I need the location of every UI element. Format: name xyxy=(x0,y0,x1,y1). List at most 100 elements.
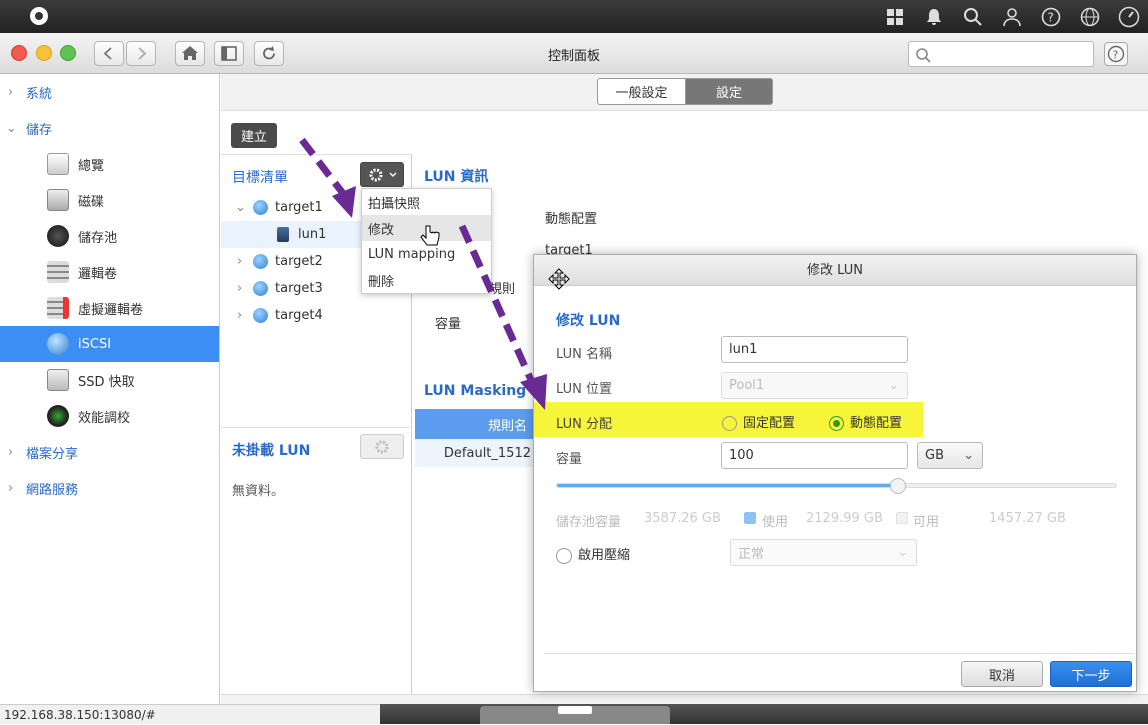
target-globe-icon xyxy=(253,200,268,215)
dashboard-gauge-icon[interactable] xyxy=(1118,6,1140,28)
user-icon[interactable] xyxy=(1001,6,1023,28)
sidebar-item-volumes[interactable]: 邏輯卷 xyxy=(0,254,219,290)
target-globe-icon xyxy=(253,281,268,296)
sidebar-item-label: 效能調校 xyxy=(78,410,131,426)
apps-grid-icon[interactable] xyxy=(884,6,906,28)
sidebar-item-label: iSCSI xyxy=(78,336,112,352)
capacity-slider-handle[interactable] xyxy=(889,478,906,494)
lun-location-value: Pool1 xyxy=(729,378,765,393)
masking-column-header[interactable]: 規則名 xyxy=(415,409,535,439)
sidebar-item-label: 系統 xyxy=(26,86,53,102)
cancel-button[interactable]: 取消 xyxy=(961,661,1043,687)
sidebar-group-storage[interactable]: ⌄ 儲存 xyxy=(0,110,219,146)
available-label: 可用 xyxy=(913,515,940,530)
masking-row[interactable]: Default_1512 xyxy=(415,439,535,467)
move-cursor-icon[interactable] xyxy=(548,268,570,290)
sidebar-item-performance[interactable]: 效能調校 xyxy=(0,398,219,434)
lun-info-allocation: 動態配置 xyxy=(545,212,598,227)
help-icon[interactable]: ? xyxy=(1040,6,1062,28)
chevron-down-icon: ⌄ xyxy=(6,120,17,136)
target-actions-button[interactable] xyxy=(360,162,404,187)
lun-location-select: Pool1 ⌄ xyxy=(721,372,908,399)
sidebar-item-iscsi[interactable]: iSCSI xyxy=(0,326,219,362)
target-list-title: 目標清單 xyxy=(232,170,288,186)
available-legend-swatch xyxy=(896,512,908,524)
capacity-unit-select[interactable]: GB ⌄ xyxy=(917,442,983,469)
sidebar-group-file-sharing[interactable]: › 檔案分享 xyxy=(0,434,219,470)
unmounted-actions-button[interactable] xyxy=(360,434,404,459)
menu-item-snapshot[interactable]: 拍攝快照 xyxy=(362,189,491,215)
tree-item-label: lun1 xyxy=(298,227,327,242)
modify-lun-dialog: 修改 LUN 修改 LUN LUN 名稱 lun1 LUN 位置 Pool1 ⌄ … xyxy=(533,254,1137,692)
target-globe-icon xyxy=(253,308,268,323)
tab-general-settings[interactable]: 一般設定 xyxy=(597,78,686,105)
lun-info-capacity-label: 容量 xyxy=(435,317,462,332)
no-data-text: 無資料。 xyxy=(232,484,285,499)
next-button[interactable]: 下一步 xyxy=(1050,661,1132,687)
virtual-volume-icon xyxy=(47,297,69,319)
lun-name-label: LUN 名稱 xyxy=(556,347,612,362)
used-value: 2129.99 GB xyxy=(806,511,883,526)
create-button[interactable]: 建立 xyxy=(231,123,277,148)
compression-value: 正常 xyxy=(738,547,765,562)
sidebar-item-virtual-volumes[interactable]: 虛擬邏輯卷 xyxy=(0,290,219,326)
svg-text:?: ? xyxy=(1048,11,1054,25)
volume-icon xyxy=(47,261,69,283)
sidebar-item-label: 總覽 xyxy=(78,158,105,174)
ssd-icon xyxy=(47,369,69,391)
sidebar-item-label: 網路服務 xyxy=(26,482,79,498)
chevron-down-icon: ⌄ xyxy=(897,545,908,560)
nas-logo-icon[interactable] xyxy=(30,7,48,25)
menu-item-modify[interactable]: 修改 xyxy=(362,215,491,241)
sidebar-item-overview[interactable]: 總覽 xyxy=(0,146,219,182)
capacity-input[interactable]: 100 xyxy=(721,442,908,469)
gear-icon xyxy=(375,440,389,453)
globe-icon[interactable] xyxy=(1079,6,1101,28)
iscsi-icon xyxy=(47,333,69,355)
unmounted-lun-title: 未掛載 LUN xyxy=(232,443,311,459)
sidebar-item-label: 磁碟 xyxy=(78,194,105,210)
dialog-title: 修改 LUN xyxy=(534,255,1136,286)
lun-location-label: LUN 位置 xyxy=(556,382,612,397)
lun-icon xyxy=(277,227,289,242)
enable-compression-checkbox[interactable]: 啟用壓縮 xyxy=(556,544,630,564)
sidebar-item-label: 檔案分享 xyxy=(26,446,79,462)
radio-circle xyxy=(722,416,737,431)
menu-item-delete[interactable]: 刪除 xyxy=(362,267,491,293)
notification-bell-icon[interactable] xyxy=(923,6,945,28)
tree-item-target4[interactable]: › target4 xyxy=(221,302,411,329)
pool-capacity-value: 3587.26 GB xyxy=(644,511,721,526)
chevron-right-icon: › xyxy=(8,84,14,100)
horizontal-scrollbar[interactable] xyxy=(221,694,1148,704)
disk-icon xyxy=(47,189,69,211)
sidebar-group-network-services[interactable]: › 網路服務 xyxy=(0,470,219,506)
tree-item-label: target1 xyxy=(275,200,323,215)
sidebar-item-ssd-cache[interactable]: SSD 快取 xyxy=(0,362,219,398)
help-button[interactable]: ? xyxy=(1104,42,1128,66)
radio-fixed-allocation[interactable]: 固定配置 xyxy=(722,412,795,431)
capacity-slider-fill xyxy=(557,484,898,487)
sidebar-item-disks[interactable]: 磁碟 xyxy=(0,182,219,218)
dock-indicator[interactable] xyxy=(558,706,592,714)
available-value: 1457.27 GB xyxy=(989,511,1066,526)
search-input[interactable] xyxy=(908,41,1094,67)
tab-settings[interactable]: 設定 xyxy=(685,78,773,105)
chevron-right-icon: › xyxy=(237,254,243,269)
lun-name-input[interactable]: lun1 xyxy=(721,336,908,363)
search-icon[interactable] xyxy=(962,6,984,28)
sidebar-item-label: 虛擬邏輯卷 xyxy=(78,302,144,318)
sidebar-item-storage-pool[interactable]: 儲存池 xyxy=(0,218,219,254)
sidebar-group-system[interactable]: › 系統 xyxy=(0,74,219,110)
radio-label: 動態配置 xyxy=(850,416,903,431)
capacity-slider[interactable] xyxy=(556,478,1117,494)
capacity-label: 容量 xyxy=(556,452,583,467)
chevron-down-icon: ⌄ xyxy=(235,200,246,215)
target-globe-icon xyxy=(253,254,268,269)
sidebar-item-label: SSD 快取 xyxy=(78,374,135,390)
sidebar-item-label: 邏輯卷 xyxy=(78,266,118,282)
chevron-right-icon: › xyxy=(8,480,14,496)
radio-dynamic-allocation[interactable]: 動態配置 xyxy=(829,412,902,431)
capacity-unit-value: GB xyxy=(925,448,944,463)
menu-item-lun-mapping[interactable]: LUN mapping xyxy=(362,241,491,267)
sidebar: › 系統 ⌄ 儲存 總覽 磁碟 儲存池 邏輯卷 虛擬邏輯卷 iSCSI SSD 快取… xyxy=(0,74,220,704)
